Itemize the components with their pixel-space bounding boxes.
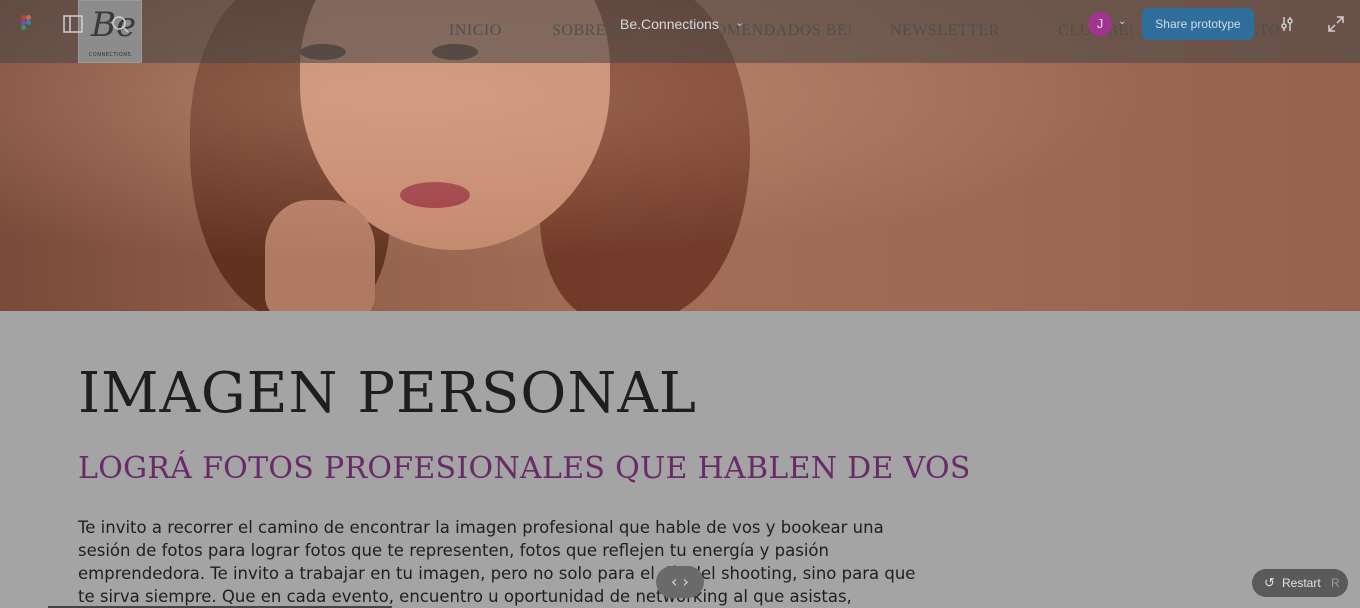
page-body-text: Te invito a recorrer el camino de encont… xyxy=(78,518,916,606)
figma-toolbar: Be.Connections ⌄ J ⌄ Share prototype xyxy=(0,0,1360,48)
avatar[interactable]: J xyxy=(1088,12,1112,36)
sidebar-toggle-icon[interactable] xyxy=(61,12,85,36)
chevron-down-icon[interactable]: ⌄ xyxy=(735,16,744,29)
content-section: IMAGEN PERSONAL LOGRÁ FOTOS PROFESIONALE… xyxy=(0,311,1360,608)
figma-logo-icon[interactable] xyxy=(14,12,38,36)
avatar-chevron-icon[interactable]: ⌄ xyxy=(1118,16,1126,27)
chevron-left-icon[interactable]: ‹ xyxy=(671,572,677,591)
restart-button[interactable]: ↺ Restart R xyxy=(1252,569,1348,597)
sliders-icon[interactable] xyxy=(1275,12,1299,36)
search-icon[interactable] xyxy=(108,12,132,36)
share-prototype-button[interactable]: Share prototype xyxy=(1142,8,1254,40)
page-subtitle: LOGRÁ FOTOS PROFESIONALES QUE HABLEN DE … xyxy=(78,451,971,486)
expand-icon[interactable] xyxy=(1324,12,1348,36)
page-title: IMAGEN PERSONAL xyxy=(78,361,697,426)
site-logo-sub: CONNECTIONS xyxy=(88,52,132,58)
restart-shortcut: R xyxy=(1331,576,1340,590)
restart-icon: ↺ xyxy=(1264,575,1275,590)
chevron-right-icon[interactable]: › xyxy=(683,572,689,591)
restart-label: Restart xyxy=(1282,576,1321,590)
prototype-nav-arrows[interactable]: ‹ › xyxy=(656,566,704,598)
file-title[interactable]: Be.Connections xyxy=(620,16,719,32)
